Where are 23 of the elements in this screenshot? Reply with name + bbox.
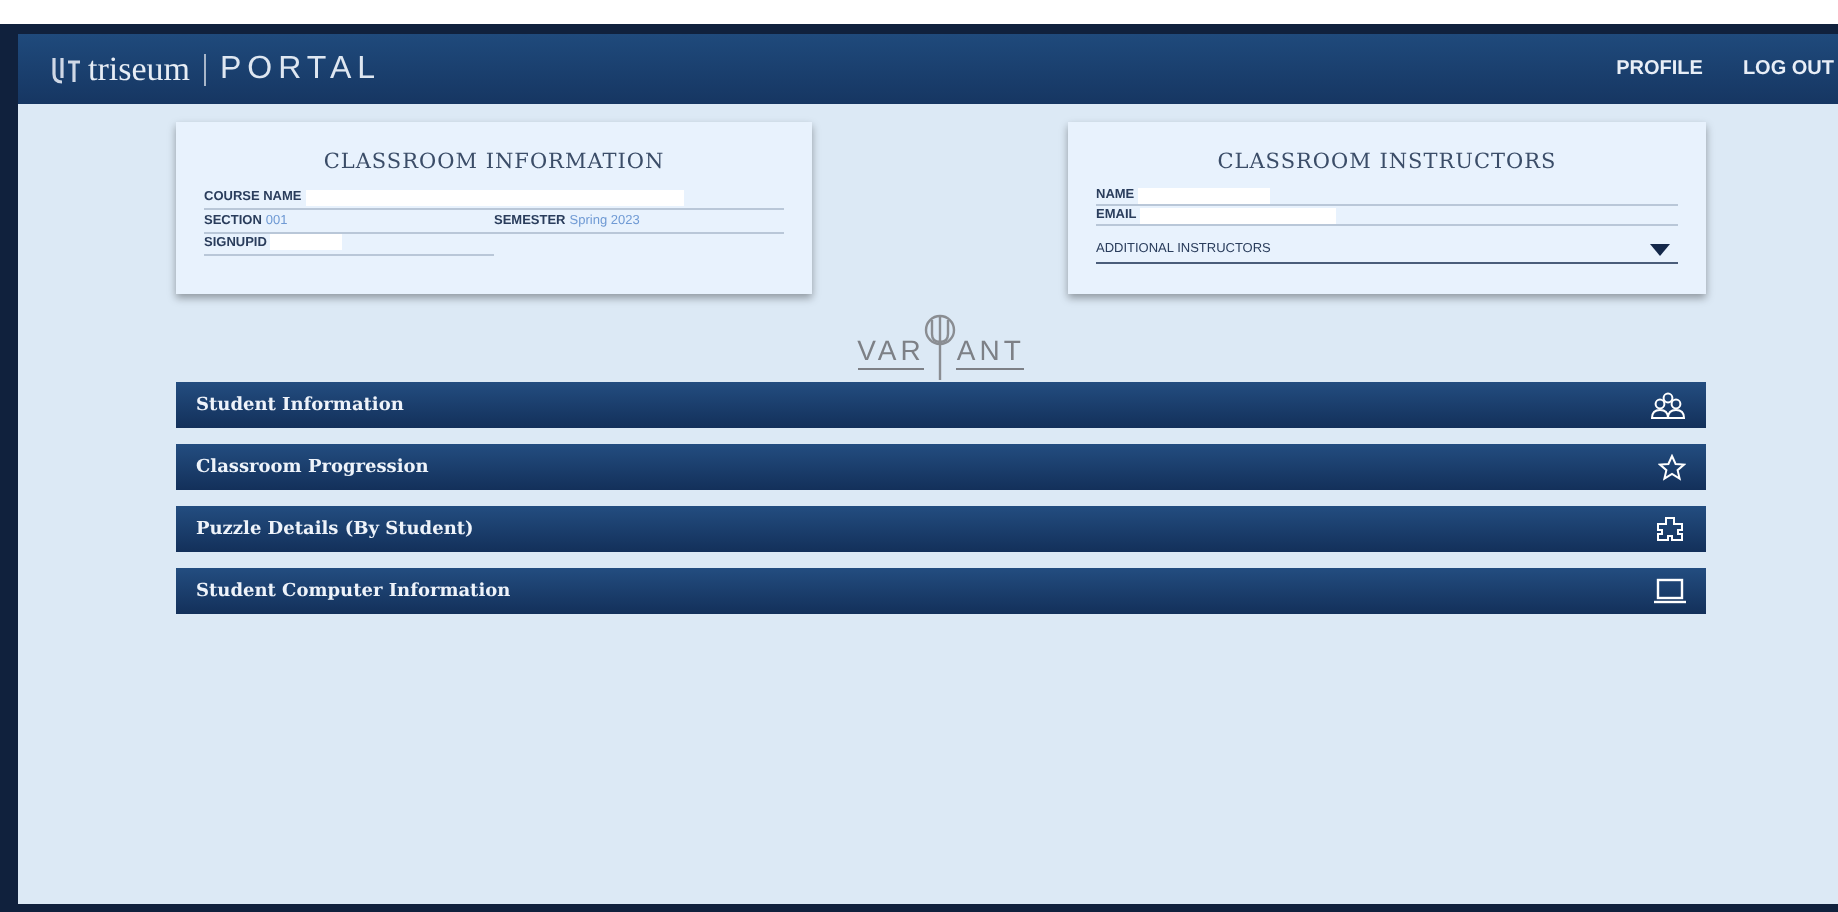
input-field[interactable]: [1140, 207, 1337, 223]
input-field[interactable]: [305, 189, 684, 205]
section-bar[interactable]: Student Computer Information: [176, 568, 1706, 614]
nav-link[interactable]: LOG OUT: [1742, 58, 1834, 80]
section-bar[interactable]: Student Information: [176, 382, 1706, 428]
nav-link[interactable]: PROFILE: [1616, 58, 1703, 80]
input-field[interactable]: [1138, 187, 1271, 203]
card-title: CLASSROOM INSTRUCTORS: [1215, 150, 1559, 174]
people-icon: [1650, 391, 1686, 419]
logo-text: VAR: [857, 336, 925, 370]
star-icon: [1658, 453, 1686, 481]
section-bar[interactable]: Classroom Progression: [176, 444, 1706, 490]
puzzle-icon: [1654, 515, 1686, 543]
emblem-icon: [924, 314, 957, 382]
input-field[interactable]: [270, 234, 343, 250]
card-title: CLASSROOM INFORMATION: [321, 150, 667, 174]
laptop-icon: [1654, 578, 1686, 604]
logo-text: ANT: [956, 336, 1025, 370]
portal-title: PORTAL: [220, 51, 382, 87]
section-bar[interactable]: Puzzle Details (By Student): [176, 506, 1706, 552]
caret-icon: [1650, 243, 1670, 255]
logo-icon: [50, 53, 82, 85]
brand-logo: triseum: [88, 49, 190, 89]
